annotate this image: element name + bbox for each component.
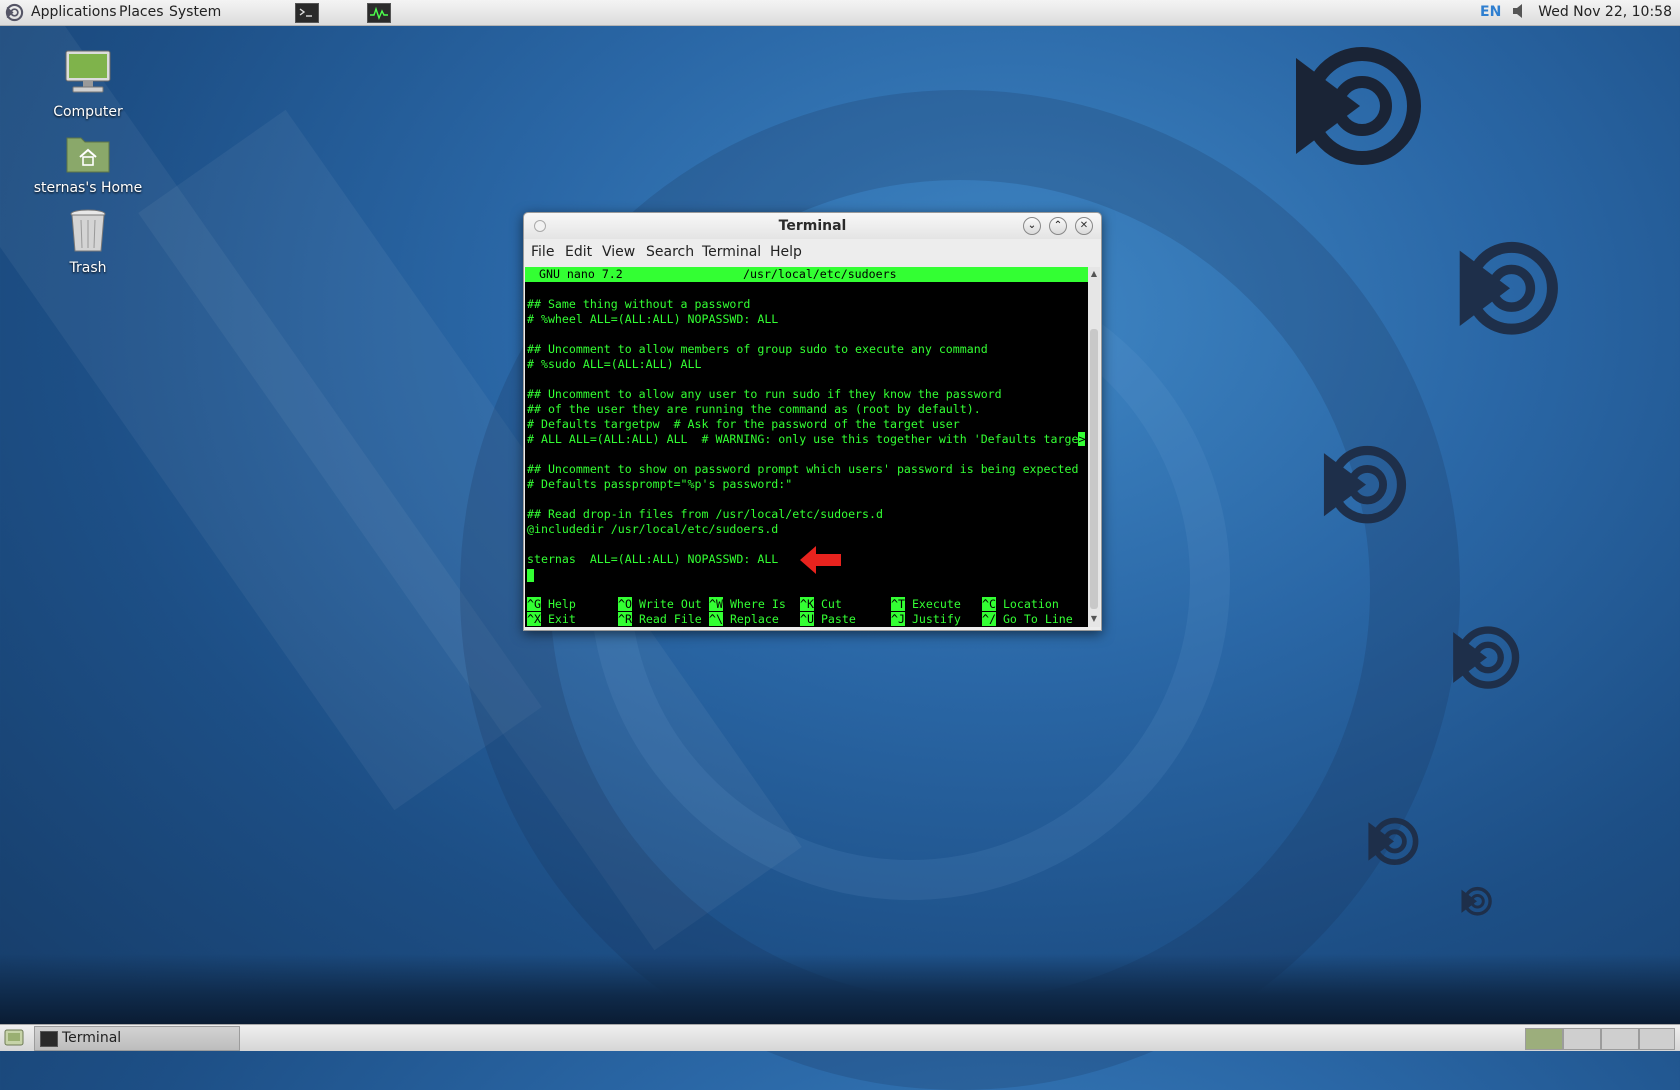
scroll-up-arrow-icon[interactable]: ▲ (1089, 269, 1099, 279)
shortcut-write-out: ^O Write Out (618, 597, 702, 611)
red-arrow-annotation-icon (800, 545, 842, 579)
editor-line: ## Uncomment to allow members of group s… (527, 342, 988, 356)
trash-icon (67, 208, 109, 258)
nano-title-bar: GNU nano 7.2/usr/local/etc/sudoers (525, 267, 1088, 282)
editor-line: # %sudo ALL=(ALL:ALL) ALL (527, 357, 702, 371)
window-title: Terminal (778, 218, 847, 234)
shortcut-justify: ^J Justify (891, 612, 961, 626)
editor-line: # %wheel ALL=(ALL:ALL) NOPASSWD: ALL (527, 312, 779, 326)
shortcut-read-file: ^R Read File (618, 612, 702, 626)
editor-line: # Defaults passprompt="%p's password:" (527, 477, 793, 491)
line-overflow-marker: > (1078, 432, 1086, 446)
terminal-icon (40, 1031, 58, 1047)
home-folder-icon (63, 130, 113, 178)
shortcut-paste: ^U Paste (800, 612, 856, 626)
workspace-3[interactable] (1601, 1028, 1639, 1050)
nano-filename: /usr/local/etc/sudoers (743, 267, 897, 281)
panel-tray: EN Wed Nov 22, 10:58 (1480, 0, 1672, 25)
clock[interactable]: Wed Nov 22, 10:58 (1538, 4, 1672, 20)
workspace-4[interactable] (1639, 1028, 1675, 1050)
desktop-icon-computer[interactable]: Computer (33, 48, 143, 120)
editor-line: ## Same thing without a password (527, 297, 751, 311)
top-panel: Applications Places System EN Wed Nov 22… (0, 0, 1680, 26)
editor-line-sudoers-entry: sternas ALL=(ALL:ALL) NOPASSWD: ALL (527, 552, 779, 566)
taskbar-item-terminal[interactable]: Terminal (34, 1026, 240, 1051)
show-desktop-icon[interactable] (4, 1029, 24, 1046)
workspace-1[interactable] (1525, 1028, 1563, 1050)
taskbar-item-label: Terminal (62, 1030, 122, 1046)
menu-system[interactable]: System (169, 0, 221, 25)
text-cursor (527, 569, 534, 582)
nano-version: GNU nano 7.2 (539, 267, 623, 281)
menu-search[interactable]: Search (646, 239, 694, 265)
distro-logo-icon (1366, 814, 1422, 868)
editor-line: ## Uncomment to allow any user to run su… (527, 387, 1002, 401)
menu-applications[interactable]: Applications (31, 0, 117, 25)
minimize-button[interactable]: ⌄ (1023, 217, 1041, 235)
desktop-icon-label: Trash (69, 260, 107, 276)
editor-line: ## of the user they are running the comm… (527, 402, 981, 416)
background-grass (0, 954, 1680, 1024)
distro-logo-icon (1455, 235, 1565, 340)
editor-line-text: # ALL ALL=(ALL:ALL) ALL # WARNING: only … (527, 432, 1079, 446)
editor-line: # Defaults targetpw # Ask for the passwo… (527, 417, 960, 431)
volume-icon[interactable] (1512, 3, 1526, 19)
desktop-icon-trash[interactable]: Trash (33, 208, 143, 276)
shortcut-location: ^C Location (982, 597, 1059, 611)
system-monitor-launcher-icon[interactable] (367, 3, 391, 23)
computer-icon (63, 48, 113, 102)
editor-line: ## Uncomment to show on password prompt … (527, 462, 1079, 476)
workspace-2[interactable] (1563, 1028, 1601, 1050)
desktop-icon-label: sternas's Home (33, 180, 143, 196)
terminal-scrollbar[interactable]: ▲ ▼ (1088, 267, 1100, 627)
shortcut-cut: ^K Cut (800, 597, 842, 611)
applications-menu-icon[interactable] (5, 3, 24, 22)
menu-file[interactable]: File (531, 239, 554, 265)
shortcut-go-to-line: ^/ Go To Line (982, 612, 1073, 626)
scroll-down-arrow-icon[interactable]: ▼ (1089, 614, 1099, 624)
menu-view[interactable]: View (602, 239, 635, 265)
window-titlebar[interactable]: Terminal ⌄ ⌃ ✕ (524, 213, 1101, 239)
editor-line: # ALL ALL=(ALL:ALL) ALL # WARNING: only … (527, 432, 1086, 447)
distro-logo-icon (1460, 885, 1494, 917)
window-menubar: File Edit View Search Terminal Help (524, 239, 1101, 265)
shortcut-help: ^G Help (527, 597, 576, 611)
close-button[interactable]: ✕ (1075, 217, 1093, 235)
menu-terminal[interactable]: Terminal (702, 239, 761, 265)
editor-line: ## Read drop-in files from /usr/local/et… (527, 507, 883, 521)
terminal-launcher-icon[interactable] (295, 3, 319, 23)
menu-places[interactable]: Places (119, 0, 164, 25)
scrollbar-thumb[interactable] (1090, 329, 1098, 609)
bottom-panel: Terminal (0, 1024, 1680, 1051)
maximize-button[interactable]: ⌃ (1049, 217, 1067, 235)
distro-logo-icon (1450, 622, 1524, 692)
distro-logo-icon (1290, 40, 1430, 170)
desktop-icon-label: Computer (53, 104, 123, 120)
shortcut-replace: ^\ Replace (709, 612, 779, 626)
window-menu-icon[interactable] (534, 220, 546, 232)
shortcut-exit: ^X Exit (527, 612, 576, 626)
shortcut-where-is: ^W Where Is (709, 597, 786, 611)
desktop-icon-home[interactable]: sternas's Home (33, 130, 143, 196)
editor-line: @includedir /usr/local/etc/sudoers.d (527, 522, 779, 536)
distro-logo-icon (1320, 440, 1412, 528)
keyboard-layout-indicator[interactable]: EN (1480, 4, 1501, 20)
menu-help[interactable]: Help (770, 239, 802, 265)
shortcut-execute: ^T Execute (891, 597, 961, 611)
menu-edit[interactable]: Edit (565, 239, 592, 265)
